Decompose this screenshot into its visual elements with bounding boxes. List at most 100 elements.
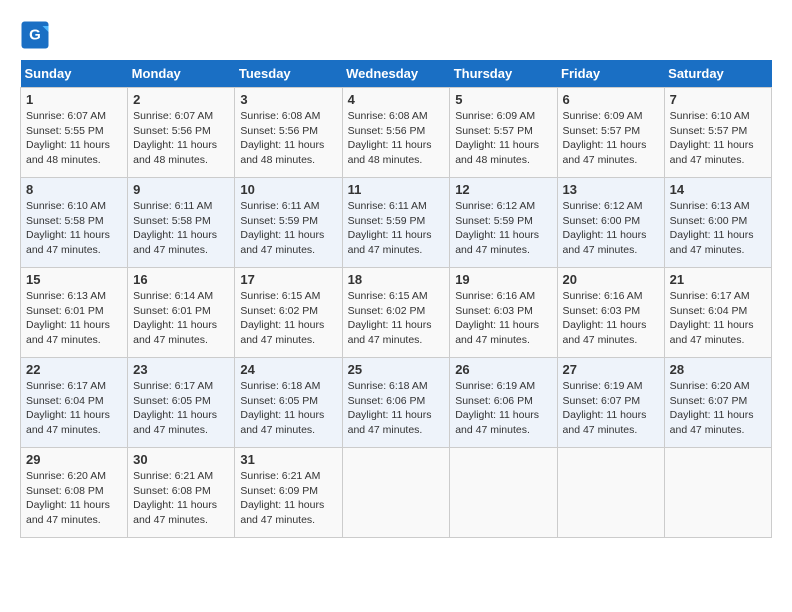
calendar-cell: 19 Sunrise: 6:16 AM Sunset: 6:03 PM Dayl…: [450, 268, 557, 358]
calendar-cell: 3 Sunrise: 6:08 AM Sunset: 5:56 PM Dayli…: [235, 88, 342, 178]
day-detail: Sunrise: 6:11 AM Sunset: 5:59 PM Dayligh…: [348, 199, 445, 258]
day-number: 5: [455, 92, 551, 107]
logo: G: [20, 20, 54, 50]
day-detail: Sunrise: 6:13 AM Sunset: 6:01 PM Dayligh…: [26, 289, 122, 348]
day-detail: Sunrise: 6:08 AM Sunset: 5:56 PM Dayligh…: [240, 109, 336, 168]
day-header-wednesday: Wednesday: [342, 60, 450, 88]
day-header-row: SundayMondayTuesdayWednesdayThursdayFrid…: [21, 60, 772, 88]
logo-icon: G: [20, 20, 50, 50]
calendar-cell: 12 Sunrise: 6:12 AM Sunset: 5:59 PM Dayl…: [450, 178, 557, 268]
day-number: 30: [133, 452, 229, 467]
calendar-cell: 9 Sunrise: 6:11 AM Sunset: 5:58 PM Dayli…: [128, 178, 235, 268]
day-number: 12: [455, 182, 551, 197]
calendar-cell: 8 Sunrise: 6:10 AM Sunset: 5:58 PM Dayli…: [21, 178, 128, 268]
calendar-week-5: 29 Sunrise: 6:20 AM Sunset: 6:08 PM Dayl…: [21, 448, 772, 538]
calendar-cell: 10 Sunrise: 6:11 AM Sunset: 5:59 PM Dayl…: [235, 178, 342, 268]
day-detail: Sunrise: 6:10 AM Sunset: 5:58 PM Dayligh…: [26, 199, 122, 258]
day-number: 27: [563, 362, 659, 377]
day-detail: Sunrise: 6:08 AM Sunset: 5:56 PM Dayligh…: [348, 109, 445, 168]
day-detail: Sunrise: 6:15 AM Sunset: 6:02 PM Dayligh…: [348, 289, 445, 348]
calendar-cell: 5 Sunrise: 6:09 AM Sunset: 5:57 PM Dayli…: [450, 88, 557, 178]
calendar-cell: 24 Sunrise: 6:18 AM Sunset: 6:05 PM Dayl…: [235, 358, 342, 448]
calendar-cell: 21 Sunrise: 6:17 AM Sunset: 6:04 PM Dayl…: [664, 268, 771, 358]
calendar-cell: 27 Sunrise: 6:19 AM Sunset: 6:07 PM Dayl…: [557, 358, 664, 448]
day-detail: Sunrise: 6:19 AM Sunset: 6:07 PM Dayligh…: [563, 379, 659, 438]
day-detail: Sunrise: 6:17 AM Sunset: 6:04 PM Dayligh…: [26, 379, 122, 438]
calendar-week-2: 8 Sunrise: 6:10 AM Sunset: 5:58 PM Dayli…: [21, 178, 772, 268]
day-detail: Sunrise: 6:21 AM Sunset: 6:08 PM Dayligh…: [133, 469, 229, 528]
day-detail: Sunrise: 6:16 AM Sunset: 6:03 PM Dayligh…: [563, 289, 659, 348]
day-number: 13: [563, 182, 659, 197]
calendar-week-4: 22 Sunrise: 6:17 AM Sunset: 6:04 PM Dayl…: [21, 358, 772, 448]
day-detail: Sunrise: 6:11 AM Sunset: 5:59 PM Dayligh…: [240, 199, 336, 258]
day-number: 9: [133, 182, 229, 197]
day-number: 14: [670, 182, 766, 197]
calendar-cell: 25 Sunrise: 6:18 AM Sunset: 6:06 PM Dayl…: [342, 358, 450, 448]
calendar-cell: 28 Sunrise: 6:20 AM Sunset: 6:07 PM Dayl…: [664, 358, 771, 448]
calendar-cell: 22 Sunrise: 6:17 AM Sunset: 6:04 PM Dayl…: [21, 358, 128, 448]
day-detail: Sunrise: 6:10 AM Sunset: 5:57 PM Dayligh…: [670, 109, 766, 168]
calendar-cell: 15 Sunrise: 6:13 AM Sunset: 6:01 PM Dayl…: [21, 268, 128, 358]
calendar-cell: 23 Sunrise: 6:17 AM Sunset: 6:05 PM Dayl…: [128, 358, 235, 448]
calendar-cell: [664, 448, 771, 538]
day-header-thursday: Thursday: [450, 60, 557, 88]
day-detail: Sunrise: 6:16 AM Sunset: 6:03 PM Dayligh…: [455, 289, 551, 348]
calendar-cell: 14 Sunrise: 6:13 AM Sunset: 6:00 PM Dayl…: [664, 178, 771, 268]
day-number: 7: [670, 92, 766, 107]
calendar-cell: [450, 448, 557, 538]
day-header-sunday: Sunday: [21, 60, 128, 88]
day-number: 10: [240, 182, 336, 197]
calendar-cell: 26 Sunrise: 6:19 AM Sunset: 6:06 PM Dayl…: [450, 358, 557, 448]
day-detail: Sunrise: 6:13 AM Sunset: 6:00 PM Dayligh…: [670, 199, 766, 258]
day-header-monday: Monday: [128, 60, 235, 88]
day-number: 16: [133, 272, 229, 287]
day-detail: Sunrise: 6:09 AM Sunset: 5:57 PM Dayligh…: [563, 109, 659, 168]
calendar-cell: 17 Sunrise: 6:15 AM Sunset: 6:02 PM Dayl…: [235, 268, 342, 358]
calendar-cell: 30 Sunrise: 6:21 AM Sunset: 6:08 PM Dayl…: [128, 448, 235, 538]
day-detail: Sunrise: 6:18 AM Sunset: 6:06 PM Dayligh…: [348, 379, 445, 438]
day-number: 15: [26, 272, 122, 287]
day-detail: Sunrise: 6:07 AM Sunset: 5:56 PM Dayligh…: [133, 109, 229, 168]
day-number: 1: [26, 92, 122, 107]
day-number: 23: [133, 362, 229, 377]
calendar-cell: 2 Sunrise: 6:07 AM Sunset: 5:56 PM Dayli…: [128, 88, 235, 178]
day-number: 6: [563, 92, 659, 107]
day-header-tuesday: Tuesday: [235, 60, 342, 88]
calendar-cell: [342, 448, 450, 538]
day-number: 22: [26, 362, 122, 377]
day-number: 31: [240, 452, 336, 467]
day-number: 11: [348, 182, 445, 197]
calendar-cell: 4 Sunrise: 6:08 AM Sunset: 5:56 PM Dayli…: [342, 88, 450, 178]
day-number: 4: [348, 92, 445, 107]
day-number: 2: [133, 92, 229, 107]
calendar-cell: 11 Sunrise: 6:11 AM Sunset: 5:59 PM Dayl…: [342, 178, 450, 268]
calendar-cell: 16 Sunrise: 6:14 AM Sunset: 6:01 PM Dayl…: [128, 268, 235, 358]
day-detail: Sunrise: 6:11 AM Sunset: 5:58 PM Dayligh…: [133, 199, 229, 258]
day-detail: Sunrise: 6:21 AM Sunset: 6:09 PM Dayligh…: [240, 469, 336, 528]
day-detail: Sunrise: 6:20 AM Sunset: 6:07 PM Dayligh…: [670, 379, 766, 438]
header: G: [20, 20, 772, 50]
day-detail: Sunrise: 6:14 AM Sunset: 6:01 PM Dayligh…: [133, 289, 229, 348]
calendar-cell: 6 Sunrise: 6:09 AM Sunset: 5:57 PM Dayli…: [557, 88, 664, 178]
calendar-cell: 13 Sunrise: 6:12 AM Sunset: 6:00 PM Dayl…: [557, 178, 664, 268]
calendar-week-3: 15 Sunrise: 6:13 AM Sunset: 6:01 PM Dayl…: [21, 268, 772, 358]
day-number: 17: [240, 272, 336, 287]
day-number: 28: [670, 362, 766, 377]
day-detail: Sunrise: 6:20 AM Sunset: 6:08 PM Dayligh…: [26, 469, 122, 528]
day-detail: Sunrise: 6:15 AM Sunset: 6:02 PM Dayligh…: [240, 289, 336, 348]
day-detail: Sunrise: 6:09 AM Sunset: 5:57 PM Dayligh…: [455, 109, 551, 168]
calendar-cell: 20 Sunrise: 6:16 AM Sunset: 6:03 PM Dayl…: [557, 268, 664, 358]
day-detail: Sunrise: 6:18 AM Sunset: 6:05 PM Dayligh…: [240, 379, 336, 438]
day-number: 3: [240, 92, 336, 107]
day-number: 20: [563, 272, 659, 287]
day-number: 24: [240, 362, 336, 377]
calendar-cell: 29 Sunrise: 6:20 AM Sunset: 6:08 PM Dayl…: [21, 448, 128, 538]
calendar-table: SundayMondayTuesdayWednesdayThursdayFrid…: [20, 60, 772, 538]
day-detail: Sunrise: 6:12 AM Sunset: 5:59 PM Dayligh…: [455, 199, 551, 258]
calendar-week-1: 1 Sunrise: 6:07 AM Sunset: 5:55 PM Dayli…: [21, 88, 772, 178]
day-detail: Sunrise: 6:07 AM Sunset: 5:55 PM Dayligh…: [26, 109, 122, 168]
day-number: 19: [455, 272, 551, 287]
day-number: 29: [26, 452, 122, 467]
day-number: 8: [26, 182, 122, 197]
calendar-cell: 18 Sunrise: 6:15 AM Sunset: 6:02 PM Dayl…: [342, 268, 450, 358]
